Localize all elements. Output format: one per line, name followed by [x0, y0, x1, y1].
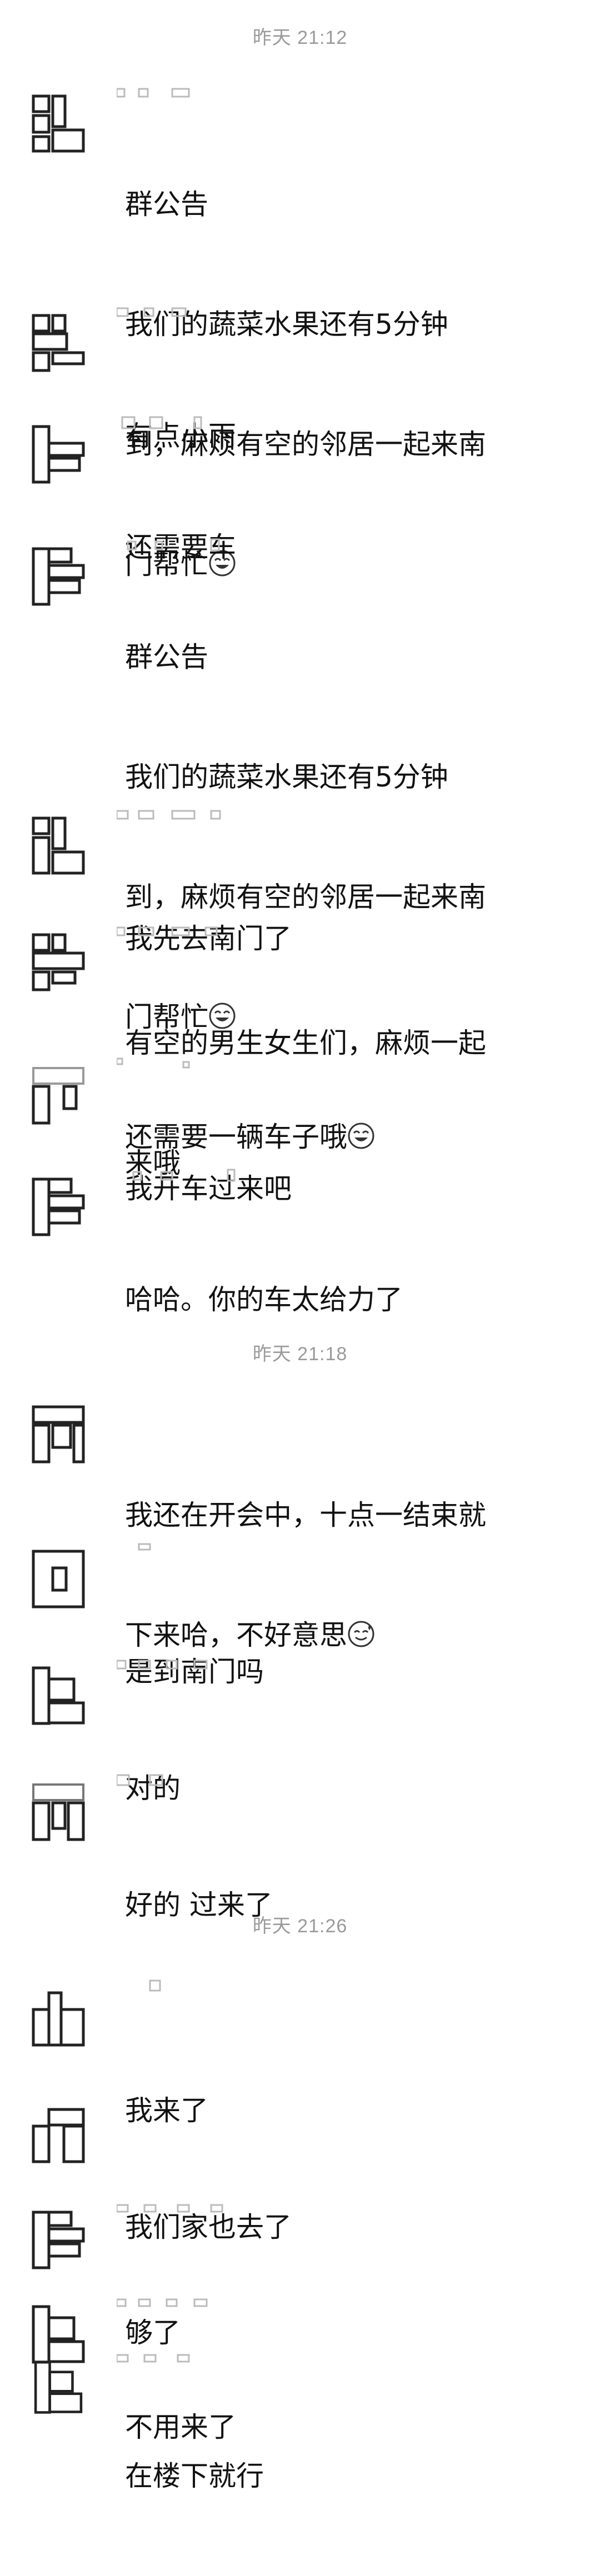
sender-name-redacted: [117, 805, 261, 822]
message-line: 群公告: [125, 641, 208, 673]
avatar-pixelated-icon[interactable]: [31, 313, 86, 374]
avatar-pixelated-icon[interactable]: [31, 815, 86, 876]
sender-name-redacted: [117, 2094, 250, 2111]
avatar-pixelated-icon[interactable]: [31, 2209, 86, 2271]
avatar-pixelated-icon[interactable]: [31, 2359, 86, 2415]
message-line: 我们的蔬菜水果还有5分钟: [125, 761, 448, 793]
avatar-pixelated-icon[interactable]: [31, 93, 86, 154]
avatar-pixelated-icon[interactable]: [31, 1065, 86, 1126]
sender-name-redacted: [117, 1655, 261, 1672]
chat-history[interactable]: 昨天 21:12 群公告 我们的蔬菜水果还有5分钟 到，麻烦有空的邻居一起来南 …: [0, 0, 600, 2492]
avatar-pixelated-icon[interactable]: [31, 1548, 86, 1610]
sender-name-redacted: [117, 1055, 250, 1072]
avatar-pixelated-icon[interactable]: [31, 1176, 86, 1237]
message-text: 哈哈。你的车太给力了: [125, 1200, 569, 1400]
avatar-pixelated-icon[interactable]: [31, 1665, 86, 1726]
message-line: 群公告: [125, 188, 208, 220]
sender-name-redacted: [117, 414, 250, 430]
message-text: 在楼下就行: [125, 2376, 569, 2576]
sender-name-redacted: [117, 1166, 261, 1183]
sender-name-redacted: [117, 536, 250, 553]
sender-name-redacted: [117, 2349, 261, 2366]
message-text: 好的 过来了: [125, 1805, 569, 2005]
sender-name-redacted: [117, 83, 250, 100]
avatar-pixelated-icon[interactable]: [31, 546, 86, 607]
avatar-pixelated-icon[interactable]: [31, 1782, 86, 1843]
message-line: 在楼下就行: [125, 2460, 264, 2492]
avatar-pixelated-icon[interactable]: [31, 424, 86, 485]
avatar-pixelated-icon[interactable]: [31, 1987, 86, 2048]
sender-name-redacted: [117, 2294, 261, 2311]
time-divider: 昨天 21:18: [252, 1344, 348, 1365]
sender-name-redacted: [117, 2199, 261, 2216]
message-line: 我还在开会中，十点一结束就: [125, 1499, 486, 1531]
sender-name-redacted: [117, 1772, 261, 1788]
sender-name-redacted: [117, 1977, 250, 1994]
time-divider: 昨天 21:26: [252, 1916, 348, 1937]
avatar-pixelated-icon[interactable]: [31, 2304, 86, 2365]
sender-name-redacted: [117, 303, 250, 319]
avatar-pixelated-icon[interactable]: [31, 1404, 86, 1465]
sender-name-redacted: [117, 1538, 250, 1555]
sender-name-redacted: [117, 922, 261, 939]
avatar-pixelated-icon[interactable]: [31, 2104, 86, 2165]
time-divider: 昨天 21:12: [252, 27, 348, 48]
avatar-pixelated-icon[interactable]: [31, 932, 86, 993]
message-line: 哈哈。你的车太给力了: [125, 1284, 403, 1316]
sender-name-redacted: [117, 1394, 250, 1411]
